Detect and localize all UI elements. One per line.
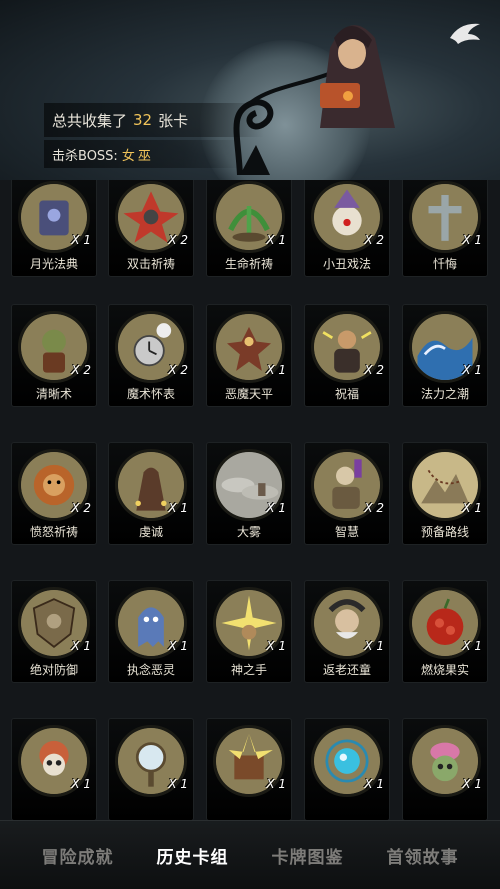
card-item[interactable]: X 1 <box>108 718 194 820</box>
card-count: X 1 <box>168 777 188 791</box>
tab-history-decks[interactable]: 历史卡组 <box>157 843 229 868</box>
card-name: 返老还童 <box>322 663 371 677</box>
collect-suffix: 张卡 <box>158 111 189 130</box>
collect-count: 32 <box>133 111 153 129</box>
card-item[interactable]: X 1 月光法典 <box>11 180 97 277</box>
card-item[interactable]: X 2 双击祈祷 <box>108 180 194 277</box>
collect-prefix: 总共收集了 <box>52 111 128 130</box>
card-name: 生命祈祷 <box>224 257 273 271</box>
card-name: 祝福 <box>334 387 359 401</box>
card-count: X 1 <box>364 777 384 791</box>
card-item[interactable]: X 1 燃烧果实 <box>402 580 488 683</box>
card-name: 燃烧果实 <box>420 663 469 677</box>
card-count: X 2 <box>168 363 188 377</box>
card-item[interactable]: X 1 返老还童 <box>304 580 390 683</box>
card-count: X 2 <box>364 501 384 515</box>
card-grid[interactable]: X 1 月光法典 X 2 双击祈祷 X 1 生命祈祷 X 2 小丑戏法 X 1 忏悔 X 2 清晰术 X… <box>0 180 500 820</box>
card-item[interactable]: X 1 虔诚 <box>108 442 194 545</box>
card-item[interactable]: X 1 法力之潮 <box>402 304 488 407</box>
card-item[interactable]: X 1 大雾 <box>206 442 292 545</box>
card-name: 魔术怀表 <box>126 387 175 401</box>
card-count: X 1 <box>266 777 286 791</box>
card-count: X 1 <box>168 501 188 515</box>
boss-label: 击杀BOSS: <box>52 148 118 164</box>
card-count: X 2 <box>364 363 384 377</box>
card-item[interactable]: X 1 <box>206 718 292 820</box>
card-name: 月光法典 <box>29 257 78 271</box>
card-item[interactable]: X 2 清晰术 <box>11 304 97 407</box>
card-item[interactable]: X 2 魔术怀表 <box>108 304 194 407</box>
boss-name: 女巫 <box>121 148 154 164</box>
card-item[interactable]: X 2 小丑戏法 <box>304 180 390 277</box>
card-name: 双击祈祷 <box>126 257 175 271</box>
card-count: X 2 <box>168 233 188 247</box>
card-name: 愤怒祈祷 <box>29 525 78 539</box>
card-item[interactable]: X 2 愤怒祈祷 <box>11 442 97 545</box>
bottom-nav: 冒险成就 历史卡组 卡牌图鉴 首领故事 <box>0 820 500 889</box>
card-item[interactable]: X 1 执念恶灵 <box>108 580 194 683</box>
card-count: X 1 <box>71 777 91 791</box>
card-item[interactable]: X 1 恶魔天平 <box>206 304 292 407</box>
tab-boss-stories[interactable]: 首领故事 <box>387 843 459 868</box>
collected-cards-summary: 总共收集了 32 张卡 <box>44 103 264 137</box>
card-name: 绝对防御 <box>29 663 78 677</box>
card-count: X 2 <box>364 233 384 247</box>
card-count: X 1 <box>168 639 188 653</box>
card-name: 执念恶灵 <box>126 663 175 677</box>
card-name: 小丑戏法 <box>322 257 371 271</box>
card-item[interactable]: X 1 <box>11 718 97 820</box>
card-item[interactable]: X 1 生命祈祷 <box>206 180 292 277</box>
boss-killed-summary: 击杀BOSS: 女巫 <box>44 140 244 168</box>
card-count: X 1 <box>266 501 286 515</box>
tab-card-gallery[interactable]: 卡牌图鉴 <box>272 843 344 868</box>
card-item[interactable]: X 1 <box>304 718 390 820</box>
card-count: X 2 <box>71 501 91 515</box>
card-name: 虔诚 <box>138 525 163 539</box>
card-count: X 1 <box>364 639 384 653</box>
card-item[interactable]: X 2 祝福 <box>304 304 390 407</box>
card-name: 法力之潮 <box>420 387 469 401</box>
tab-adventure-achievements[interactable]: 冒险成就 <box>42 843 114 868</box>
card-item[interactable]: X 1 忏悔 <box>402 180 488 277</box>
card-count: X 1 <box>462 639 482 653</box>
card-name: 忏悔 <box>432 257 457 271</box>
witch-boss-illustration <box>320 25 395 128</box>
back-bird-icon[interactable] <box>446 18 484 50</box>
card-count: X 1 <box>462 501 482 515</box>
card-name: 预备路线 <box>420 525 469 539</box>
card-item[interactable]: X 1 绝对防御 <box>11 580 97 683</box>
card-count: X 1 <box>71 639 91 653</box>
card-item[interactable]: X 2 智慧 <box>304 442 390 545</box>
card-item[interactable]: X 1 <box>402 718 488 820</box>
card-count: X 2 <box>71 363 91 377</box>
card-count: X 1 <box>266 233 286 247</box>
card-item[interactable]: X 1 神之手 <box>206 580 292 683</box>
header-banner: 总共收集了 32 张卡 击杀BOSS: 女巫 <box>0 0 500 180</box>
card-name: 神之手 <box>230 663 267 677</box>
card-count: X 1 <box>462 363 482 377</box>
card-count: X 1 <box>462 233 482 247</box>
card-name: 智慧 <box>334 525 359 539</box>
card-count: X 1 <box>266 639 286 653</box>
card-name: 恶魔天平 <box>224 387 273 401</box>
card-count: X 1 <box>266 363 286 377</box>
card-count: X 1 <box>462 777 482 791</box>
card-name: 清晰术 <box>35 387 72 401</box>
card-count: X 1 <box>71 233 91 247</box>
card-name: 大雾 <box>236 525 261 539</box>
card-item[interactable]: X 1 预备路线 <box>402 442 488 545</box>
